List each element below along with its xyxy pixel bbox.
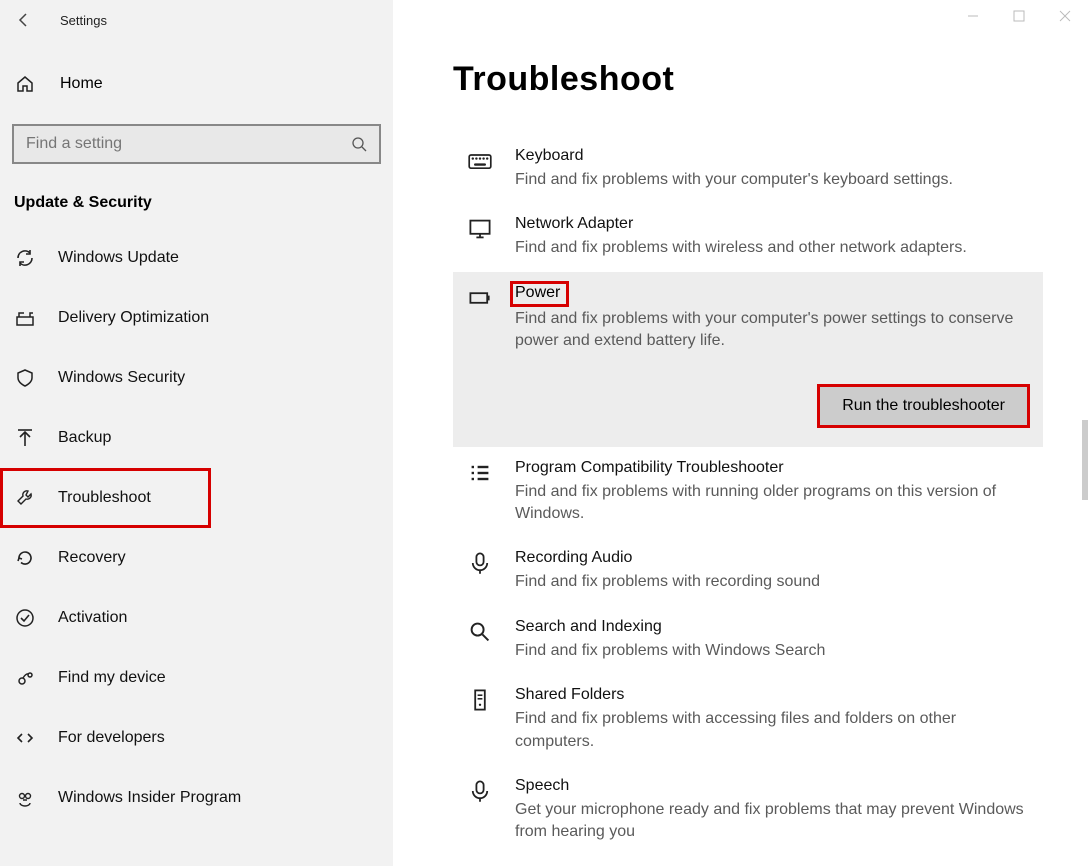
troubleshoot-item-search-and-indexing[interactable]: Search and Indexing Find and fix problems…: [453, 606, 1043, 674]
sidebar-item-label: Recovery: [58, 549, 126, 567]
troubleshoot-item-keyboard[interactable]: Keyboard Find and fix problems with your …: [453, 135, 1043, 203]
troubleshoot-item-desc: Find and fix problems with recording sou…: [515, 571, 1033, 593]
list-icon: [467, 459, 493, 485]
finddevice-icon: [14, 668, 36, 688]
sidebar-item-label: Backup: [58, 429, 111, 447]
run-troubleshooter-button[interactable]: Run the troubleshooter: [820, 387, 1027, 425]
sidebar-item-delivery-optimization[interactable]: Delivery Optimization: [0, 288, 393, 348]
scrollbar[interactable]: [1082, 420, 1088, 500]
sidebar: Settings Home Update & Security Windows …: [0, 0, 393, 866]
close-button[interactable]: [1042, 0, 1088, 32]
search-icon: [351, 136, 367, 152]
troubleshoot-item-recording-audio[interactable]: Recording Audio Find and fix problems wit…: [453, 537, 1043, 605]
search-input[interactable]: [26, 135, 351, 153]
window-controls: [950, 0, 1088, 32]
sidebar-item-windows-security[interactable]: Windows Security: [0, 348, 393, 408]
sidebar-item-activation[interactable]: Activation: [0, 588, 393, 648]
sidebar-item-label: Activation: [58, 609, 127, 627]
troubleshoot-item-program-compatibility-troubleshooter[interactable]: Program Compatibility Troubleshooter Find…: [453, 447, 1043, 538]
troubleshoot-item-name: Search and Indexing: [515, 618, 1033, 636]
troubleshoot-item-desc: Get your microphone ready and fix proble…: [515, 799, 1033, 844]
sidebar-item-windows-update[interactable]: Windows Update: [0, 228, 393, 288]
troubleshoot-item-name: Shared Folders: [515, 686, 1033, 704]
wrench-icon: [14, 488, 36, 508]
troubleshoot-item-desc: Find and fix problems with wireless and …: [515, 237, 1033, 259]
window-title: Settings: [60, 13, 107, 28]
monitor-icon: [467, 215, 493, 241]
troubleshoot-item-desc: Find and fix problems with your computer…: [515, 169, 1033, 191]
delivery-icon: [14, 308, 36, 328]
insider-icon: [14, 788, 36, 808]
sidebar-item-label: Troubleshoot: [58, 489, 151, 507]
shield-icon: [14, 368, 36, 388]
troubleshoot-item-name: Recording Audio: [515, 549, 1033, 567]
home-icon: [14, 74, 36, 94]
sidebar-item-for-developers[interactable]: For developers: [0, 708, 393, 768]
minimize-button[interactable]: [950, 0, 996, 32]
sidebar-item-label: Windows Insider Program: [58, 789, 241, 807]
back-button[interactable]: [14, 10, 34, 30]
main-content: Troubleshoot Keyboard Find and fix proble…: [393, 0, 1088, 866]
troubleshoot-list: Keyboard Find and fix problems with your …: [453, 135, 1043, 856]
troubleshoot-item-desc: Find and fix problems with accessing fil…: [515, 708, 1033, 753]
battery-icon: [467, 284, 493, 310]
troubleshoot-item-name: Program Compatibility Troubleshooter: [515, 459, 1033, 477]
sidebar-item-troubleshoot[interactable]: Troubleshoot: [0, 468, 211, 528]
troubleshoot-item-name: Network Adapter: [515, 215, 1033, 233]
sidebar-item-find-my-device[interactable]: Find my device: [0, 648, 393, 708]
sidebar-item-label: Windows Security: [58, 369, 185, 387]
nav-list: Windows Update Delivery Optimization Windo…: [0, 228, 393, 828]
troubleshoot-item-desc: Find and fix problems with running older…: [515, 481, 1033, 526]
category-title: Update & Security: [14, 194, 393, 212]
sidebar-item-label: Windows Update: [58, 249, 179, 267]
search-icon: [467, 618, 493, 644]
home-button[interactable]: Home: [0, 62, 393, 106]
troubleshoot-item-name: Power: [513, 284, 566, 304]
check-icon: [14, 608, 36, 628]
backup-icon: [14, 428, 36, 448]
troubleshoot-item-name: Speech: [515, 777, 1033, 795]
titlebar: Settings: [0, 0, 393, 40]
sidebar-item-recovery[interactable]: Recovery: [0, 528, 393, 588]
sidebar-item-label: For developers: [58, 729, 165, 747]
page-title: Troubleshoot: [453, 60, 1088, 99]
troubleshoot-item-shared-folders[interactable]: Shared Folders Find and fix problems with…: [453, 674, 1043, 765]
devs-icon: [14, 728, 36, 748]
keyboard-icon: [467, 147, 493, 173]
sidebar-item-backup[interactable]: Backup: [0, 408, 393, 468]
troubleshoot-item-power[interactable]: Power Find and fix problems with your com…: [453, 272, 1043, 447]
maximize-button[interactable]: [996, 0, 1042, 32]
troubleshoot-item-desc: Find and fix problems with Windows Searc…: [515, 640, 1033, 662]
troubleshoot-item-desc: Find and fix problems with your computer…: [515, 308, 1033, 353]
mic-icon: [467, 777, 493, 803]
sidebar-item-label: Find my device: [58, 669, 166, 687]
troubleshoot-item-network-adapter[interactable]: Network Adapter Find and fix problems wit…: [453, 203, 1043, 271]
search-box[interactable]: [12, 124, 381, 164]
sidebar-item-label: Delivery Optimization: [58, 309, 209, 327]
sidebar-item-windows-insider-program[interactable]: Windows Insider Program: [0, 768, 393, 828]
recovery-icon: [14, 548, 36, 568]
server-icon: [467, 686, 493, 712]
mic-icon: [467, 549, 493, 575]
sync-icon: [14, 248, 36, 268]
home-label: Home: [60, 75, 103, 93]
troubleshoot-item-name: Keyboard: [515, 147, 1033, 165]
troubleshoot-item-speech[interactable]: Speech Get your microphone ready and fix …: [453, 765, 1043, 856]
